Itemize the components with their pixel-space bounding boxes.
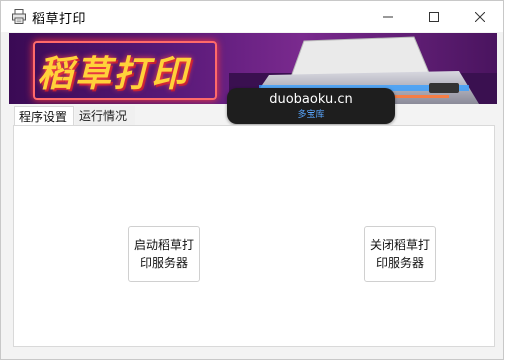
watermark-sub-text: 多宝库 — [297, 110, 325, 120]
tab-program-settings[interactable]: 程序设置 — [14, 106, 74, 126]
close-icon — [475, 11, 485, 22]
maximize-icon — [429, 11, 439, 22]
window-title: 稻草打印 — [32, 12, 87, 27]
stop-server-label: 关闭稻草打印服务器 — [369, 238, 430, 270]
start-server-label: 启动稻草打印服务器 — [133, 238, 194, 270]
minimize-icon — [383, 16, 393, 17]
watermark-badge: duobaoku.cn 多宝库 — [227, 88, 395, 124]
tab-run-status[interactable]: 运行情况 — [75, 106, 135, 126]
minimize-button[interactable] — [365, 1, 411, 32]
app-window: 稻草打印 稻草打印 duobaoku.cn 多宝库 程序设置 运行情况 启动稻草… — [0, 0, 504, 360]
watermark-main-text: duobaoku.cn — [269, 92, 353, 107]
maximize-button[interactable] — [411, 1, 457, 32]
start-server-button[interactable]: 启动稻草打印服务器 — [128, 226, 200, 282]
banner-title: 稻草打印 — [37, 54, 190, 95]
stop-server-button[interactable]: 关闭稻草打印服务器 — [364, 226, 436, 282]
printer-icon — [12, 9, 26, 24]
settings-panel: 启动稻草打印服务器 关闭稻草打印服务器 — [13, 125, 495, 347]
close-button[interactable] — [457, 1, 503, 32]
title-bar[interactable]: 稻草打印 — [1, 1, 503, 32]
